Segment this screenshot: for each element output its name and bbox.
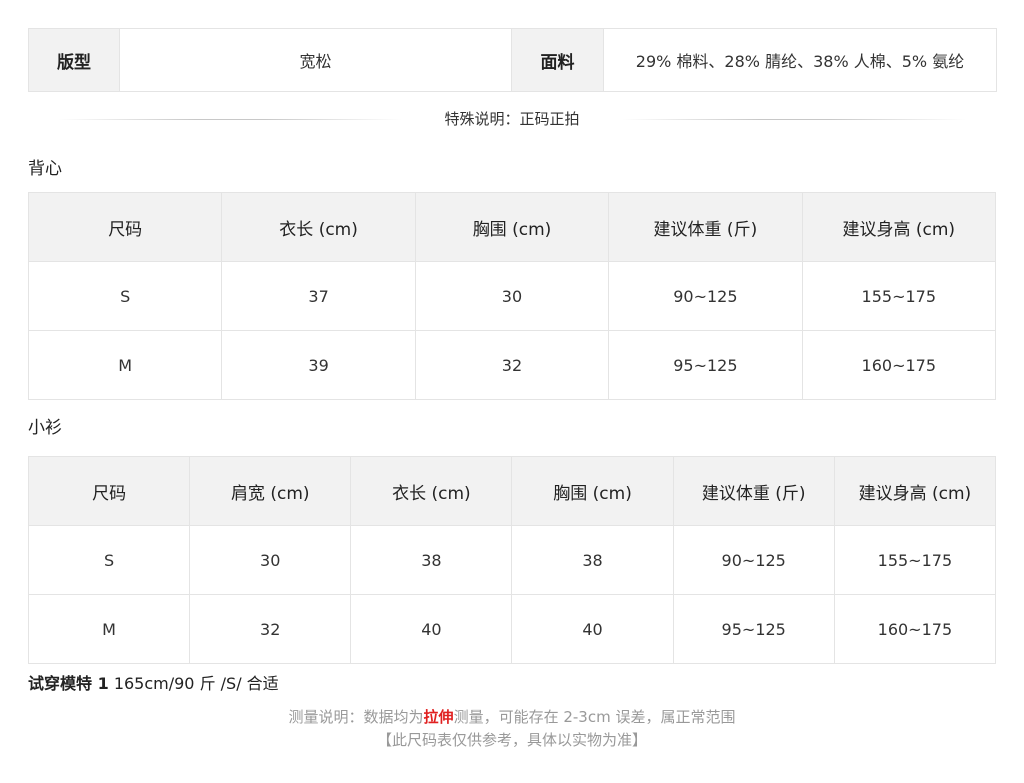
column-header: 建议身高 (cm) <box>833 456 997 526</box>
notes-highlight: 拉伸 <box>423 708 454 726</box>
table-cell: 32 <box>189 594 352 664</box>
table-row: S 30 38 38 90~125 155~175 <box>27 525 997 595</box>
vest-size-table: 尺码 衣长 (cm) 胸围 (cm) 建议体重 (斤) 建议身高 (cm) S … <box>27 192 997 400</box>
table-cell: 95~125 <box>608 330 803 400</box>
fabric-table: 版型 宽松 面料 29% 棉料、28% 腈纶、38% 人棉、5% 氨纶 <box>28 28 997 92</box>
column-header: 衣长 (cm) <box>350 456 513 526</box>
table-cell: 90~125 <box>672 525 835 595</box>
measurement-notes: 测量说明：数据均为拉伸测量，可能存在 2-3cm 误差，属正常范围 【此尺码表仅… <box>28 706 996 752</box>
table-cell: 40 <box>511 594 674 664</box>
table-cell: 155~175 <box>801 261 997 331</box>
table-cell: 32 <box>414 330 610 400</box>
fabric-row: 版型 宽松 面料 29% 棉料、28% 腈纶、38% 人棉、5% 氨纶 <box>28 28 997 92</box>
notes-suffix: 测量，可能存在 2-3cm 误差，属正常范围 <box>453 708 736 726</box>
table-cell: 40 <box>350 594 513 664</box>
notes-line-1: 测量说明：数据均为拉伸测量，可能存在 2-3cm 误差，属正常范围 <box>28 706 996 729</box>
table-cell: M <box>27 330 223 400</box>
table-cell: 160~175 <box>833 594 997 664</box>
special-note: 特殊说明：正码正拍 <box>28 92 996 146</box>
column-header: 肩宽 (cm) <box>189 456 352 526</box>
fit-type-value: 宽松 <box>119 28 512 92</box>
column-header: 尺码 <box>27 456 191 526</box>
model-label: 试穿模特 1 <box>28 674 109 693</box>
size-chart: 版型 宽松 面料 29% 棉料、28% 腈纶、38% 人棉、5% 氨纶 特殊说明… <box>27 28 997 752</box>
notes-prefix: 测量说明：数据均为 <box>288 708 424 726</box>
model-value: 165cm/90 斤 /S/ 合适 <box>113 674 279 693</box>
column-header: 胸围 (cm) <box>511 456 674 526</box>
table-cell: M <box>27 594 191 664</box>
table-row: M 32 40 40 95~125 160~175 <box>27 594 997 664</box>
vest-title: 背心 <box>28 159 62 179</box>
shirt-title: 小衫 <box>28 418 62 438</box>
table-row: M 39 32 95~125 160~175 <box>27 330 997 400</box>
table-cell: 39 <box>221 330 416 400</box>
table-cell: S <box>27 261 223 331</box>
table-cell: 160~175 <box>801 330 997 400</box>
table-cell: 38 <box>511 525 674 595</box>
table-cell: 30 <box>414 261 610 331</box>
fabric-value: 29% 棉料、28% 腈纶、38% 人棉、5% 氨纶 <box>603 28 997 92</box>
column-header: 建议体重 (斤) <box>672 456 835 526</box>
fabric-label: 面料 <box>511 28 604 92</box>
table-cell: 30 <box>189 525 352 595</box>
table-cell: 37 <box>221 261 416 331</box>
fit-type-label: 版型 <box>28 28 120 92</box>
model-info: 试穿模特 1 165cm/90 斤 /S/ 合适 <box>28 670 996 698</box>
table-header-row: 尺码 衣长 (cm) 胸围 (cm) 建议体重 (斤) 建议身高 (cm) <box>27 192 997 262</box>
table-row: S 37 30 90~125 155~175 <box>27 261 997 331</box>
table-cell: 155~175 <box>833 525 997 595</box>
table-cell: 95~125 <box>672 594 835 664</box>
table-header-row: 尺码 肩宽 (cm) 衣长 (cm) 胸围 (cm) 建议体重 (斤) 建议身高… <box>27 456 997 526</box>
shirt-size-table: 尺码 肩宽 (cm) 衣长 (cm) 胸围 (cm) 建议体重 (斤) 建议身高… <box>27 456 997 664</box>
column-header: 建议体重 (斤) <box>608 192 803 262</box>
table-cell: S <box>27 525 191 595</box>
notes-line-2: 【此尺码表仅供参考，具体以实物为准】 <box>376 731 647 749</box>
column-header: 建议身高 (cm) <box>801 192 997 262</box>
special-note-text: 特殊说明：正码正拍 <box>444 110 580 128</box>
table-cell: 38 <box>350 525 513 595</box>
column-header: 尺码 <box>27 192 223 262</box>
column-header: 衣长 (cm) <box>221 192 416 262</box>
table-cell: 90~125 <box>608 261 803 331</box>
column-header: 胸围 (cm) <box>414 192 610 262</box>
